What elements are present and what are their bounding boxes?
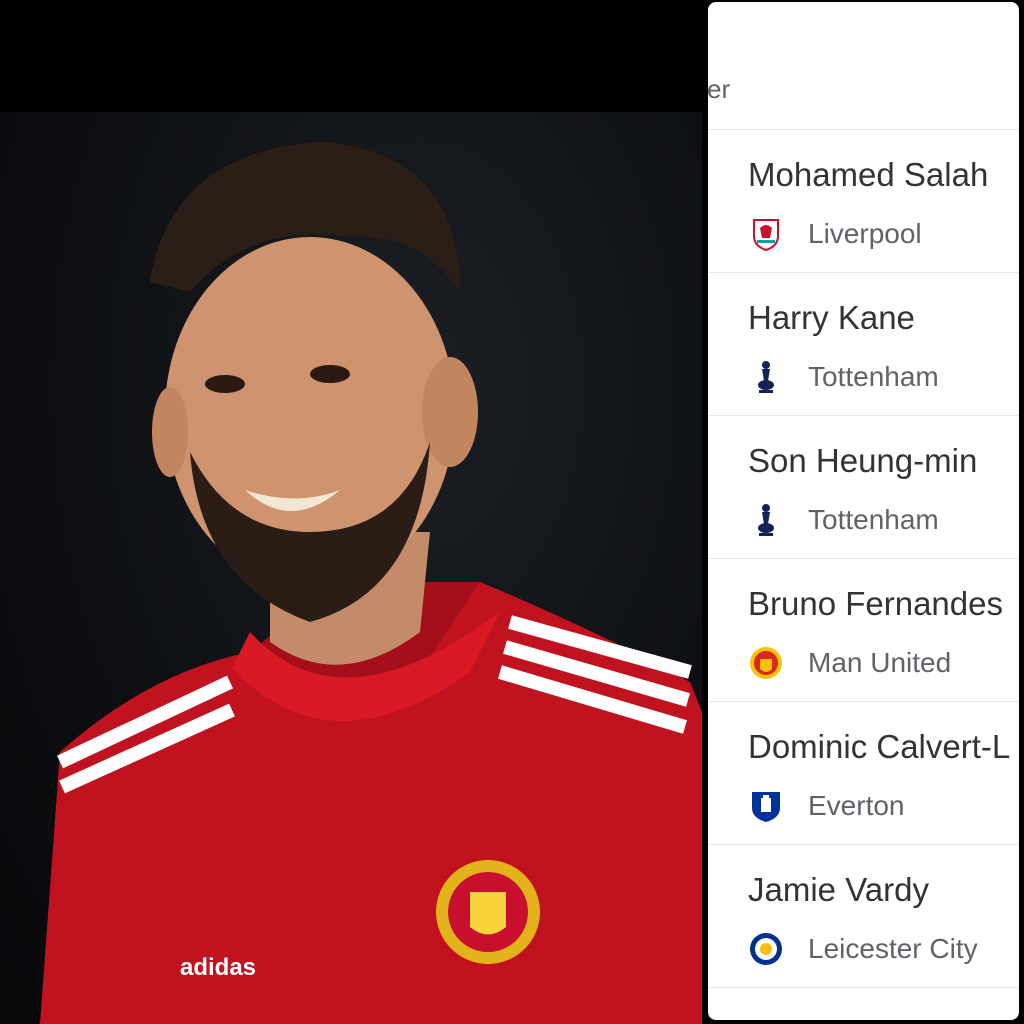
club-info: Leicester City <box>748 931 978 967</box>
club-info: Liverpool <box>748 216 922 252</box>
club-info: Everton <box>748 788 905 824</box>
player-photo: adidas <box>0 112 702 1024</box>
player-photo-illustration <box>40 142 702 1024</box>
list-item[interactable]: Jamie Vardy Leicester City <box>708 845 1019 988</box>
list-item[interactable]: Harry Kane Tottenham <box>708 273 1019 416</box>
leicester-crest-icon <box>748 931 784 967</box>
club-info: Man United <box>748 645 951 681</box>
player-name: Son Heung-min <box>748 442 978 479</box>
tottenham-crest-icon <box>748 359 784 395</box>
club-name: Everton <box>808 790 905 821</box>
list-item[interactable]: Dominic Calvert-L Everton <box>708 702 1019 845</box>
club-name: Tottenham <box>808 504 939 535</box>
club-info: Tottenham <box>748 502 939 538</box>
player-name: Jamie Vardy <box>748 871 929 908</box>
club-name: Leicester City <box>808 933 978 964</box>
player-name: Bruno Fernandes <box>748 585 1003 622</box>
list-header: yer <box>708 2 1019 130</box>
player-list-panel: yer Mohamed Salah Liverpool Harry Kane T… <box>708 2 1019 1020</box>
list-item[interactable]: Mohamed Salah Liverpool <box>708 130 1019 273</box>
list-item[interactable]: Son Heung-min Tottenham <box>708 416 1019 559</box>
club-name: Man United <box>808 647 952 678</box>
column-header-player: yer <box>708 74 731 104</box>
player-name: Mohamed Salah <box>748 156 989 193</box>
player-name: Harry Kane <box>748 299 915 336</box>
liverpool-crest-icon <box>748 216 784 252</box>
tottenham-crest-icon <box>748 502 784 538</box>
club-info: Tottenham <box>748 359 939 395</box>
shirt-brand-logo: adidas <box>180 954 257 981</box>
man-united-crest-icon <box>748 645 784 681</box>
club-name: Liverpool <box>808 218 922 249</box>
everton-crest-icon <box>748 788 784 824</box>
player-name: Dominic Calvert-L <box>748 728 1011 765</box>
club-name: Tottenham <box>808 361 939 392</box>
list-item[interactable]: Bruno Fernandes Man United <box>708 559 1019 702</box>
